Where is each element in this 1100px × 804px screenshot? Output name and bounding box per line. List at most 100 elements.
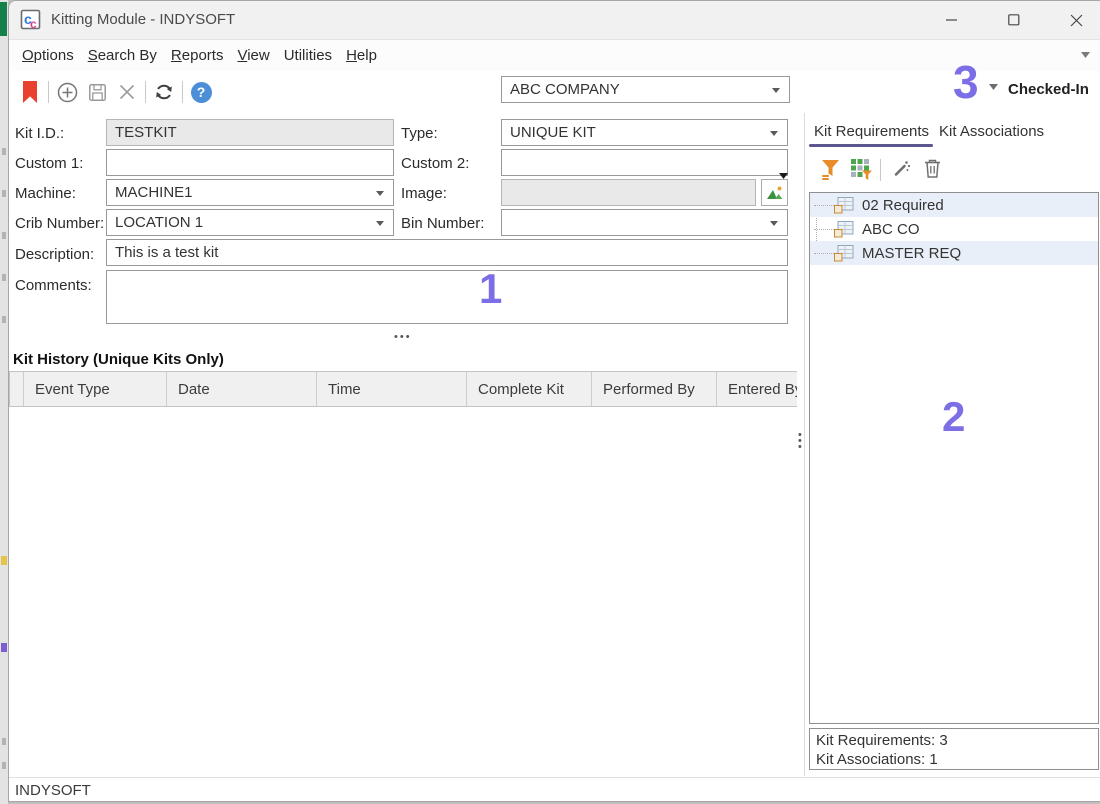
list-item[interactable]: 02 Required — [810, 193, 1098, 217]
column-complete-kit[interactable]: Complete Kit — [467, 372, 592, 406]
requirement-label: 02 Required — [862, 197, 944, 214]
column-event-type[interactable]: Event Type — [24, 372, 167, 406]
list-item[interactable]: ABC CO — [810, 217, 1098, 241]
vertical-splitter-grip[interactable]: ••• — [798, 432, 802, 450]
add-record-icon[interactable] — [52, 76, 82, 108]
toolbar-separator — [182, 81, 183, 103]
column-entered-by[interactable]: Entered By — [717, 372, 797, 406]
annotation-3: 3 — [953, 55, 979, 109]
refresh-icon[interactable] — [149, 76, 179, 108]
image-menu-arrow-icon[interactable] — [779, 173, 788, 179]
requirement-icon — [834, 245, 854, 262]
comments-field[interactable] — [106, 270, 788, 324]
kit-history-table-header: Event Type Date Time Complete Kit Perfor… — [9, 371, 797, 407]
counts-box: Kit Requirements: 3 Kit Associations: 1 — [809, 728, 1099, 770]
toolbar-separator — [48, 81, 49, 103]
requirement-label: ABC CO — [862, 221, 920, 238]
annotation-2: 2 — [942, 393, 965, 441]
help-icon[interactable]: ? — [186, 76, 216, 108]
crib-number-dropdown-value: LOCATION 1 — [115, 214, 203, 231]
tree-connector — [814, 252, 834, 254]
menu-search-by[interactable]: Search By — [81, 44, 164, 67]
app-icon: c c — [20, 9, 42, 31]
chevron-down-icon — [376, 221, 384, 226]
screen: c c Kitting Module - INDYSOFT Options Se… — [0, 0, 1100, 804]
description-field[interactable] — [106, 239, 788, 266]
window-title: Kitting Module - INDYSOFT — [51, 11, 235, 28]
column-time[interactable]: Time — [317, 372, 467, 406]
custom2-field[interactable] — [501, 149, 788, 176]
minimize-button[interactable] — [929, 1, 975, 39]
checked-in-status[interactable]: Checked-In — [1008, 81, 1089, 98]
requirement-label: MASTER REQ — [862, 245, 961, 262]
image-field — [501, 179, 756, 206]
machine-dropdown-value: MACHINE1 — [115, 184, 193, 201]
chevron-down-icon — [770, 221, 778, 226]
crib-number-label: Crib Number: — [15, 215, 104, 232]
menu-bar: Options Search By Reports View Utilities… — [9, 40, 1100, 71]
app-window: c c Kitting Module - INDYSOFT Options Se… — [8, 0, 1100, 802]
menu-view[interactable]: View — [230, 44, 276, 67]
chevron-down-icon — [772, 88, 780, 93]
kit-requirements-list: 02 Required ABC CO MASTER REQ — [809, 192, 1099, 724]
toolbar-separator — [145, 81, 146, 103]
horizontal-splitter-grip[interactable]: ••• — [394, 331, 412, 343]
background-window-sliver — [0, 0, 8, 804]
company-dropdown[interactable]: ABC COMPANY — [501, 76, 790, 103]
column-date[interactable]: Date — [167, 372, 317, 406]
requirement-icon — [834, 221, 854, 238]
type-label: Type: — [401, 125, 438, 142]
menu-help[interactable]: Help — [339, 44, 384, 67]
custom2-label: Custom 2: — [401, 155, 469, 172]
bin-number-dropdown[interactable] — [501, 209, 788, 236]
maximize-button[interactable] — [991, 1, 1037, 39]
kit-requirements-count: Kit Requirements: 3 — [816, 731, 1092, 750]
bookmark-icon[interactable] — [15, 76, 45, 108]
status-bar-text: INDYSOFT — [15, 782, 91, 799]
type-dropdown-value: UNIQUE KIT — [510, 124, 596, 141]
type-dropdown[interactable]: UNIQUE KIT — [501, 119, 788, 146]
panel-toolbar-separator — [880, 159, 881, 181]
toolbar-overflow-icon[interactable] — [1081, 52, 1090, 58]
chevron-down-icon — [770, 131, 778, 136]
list-item[interactable]: MASTER REQ — [810, 241, 1098, 265]
save-icon[interactable] — [82, 76, 112, 108]
tree-connector — [814, 204, 834, 206]
crib-number-dropdown[interactable]: LOCATION 1 — [106, 209, 394, 236]
modify-wand-icon[interactable] — [891, 158, 912, 179]
tab-kit-associations[interactable]: Kit Associations — [939, 123, 1044, 140]
kit-id-label: Kit I.D.: — [15, 125, 64, 142]
image-label: Image: — [401, 185, 447, 202]
kit-history-heading: Kit History (Unique Kits Only) — [13, 351, 224, 368]
machine-dropdown[interactable]: MACHINE1 — [106, 179, 394, 206]
grid-filter-icon[interactable] — [850, 158, 873, 181]
status-dropdown-arrow[interactable] — [989, 84, 998, 90]
kit-id-field — [106, 119, 394, 146]
menu-options[interactable]: Options — [15, 44, 81, 67]
trash-icon[interactable] — [923, 158, 942, 179]
image-picker-button[interactable] — [761, 179, 788, 206]
filter-icon[interactable] — [820, 158, 841, 181]
custom1-field[interactable] — [106, 149, 394, 176]
status-bar-divider — [9, 777, 1100, 778]
bin-number-label: Bin Number: — [401, 215, 484, 232]
panel-divider — [804, 113, 805, 776]
tab-kit-requirements[interactable]: Kit Requirements — [814, 123, 929, 140]
requirement-icon — [834, 197, 854, 214]
close-button[interactable] — [1053, 1, 1099, 39]
delete-icon[interactable] — [112, 76, 142, 108]
active-tab-underline — [809, 144, 933, 147]
kit-associations-count: Kit Associations: 1 — [816, 750, 1092, 769]
menu-utilities[interactable]: Utilities — [277, 44, 339, 67]
svg-text:c: c — [30, 17, 37, 31]
menu-reports[interactable]: Reports — [164, 44, 231, 67]
tree-connector — [814, 228, 834, 230]
column-performed-by[interactable]: Performed By — [592, 372, 717, 406]
machine-label: Machine: — [15, 185, 76, 202]
background-green-sliver — [0, 2, 7, 36]
company-dropdown-value: ABC COMPANY — [510, 81, 620, 98]
custom1-label: Custom 1: — [15, 155, 83, 172]
title-bar: c c Kitting Module - INDYSOFT — [9, 1, 1100, 40]
annotation-1: 1 — [479, 265, 502, 313]
row-selector-column — [10, 372, 24, 406]
